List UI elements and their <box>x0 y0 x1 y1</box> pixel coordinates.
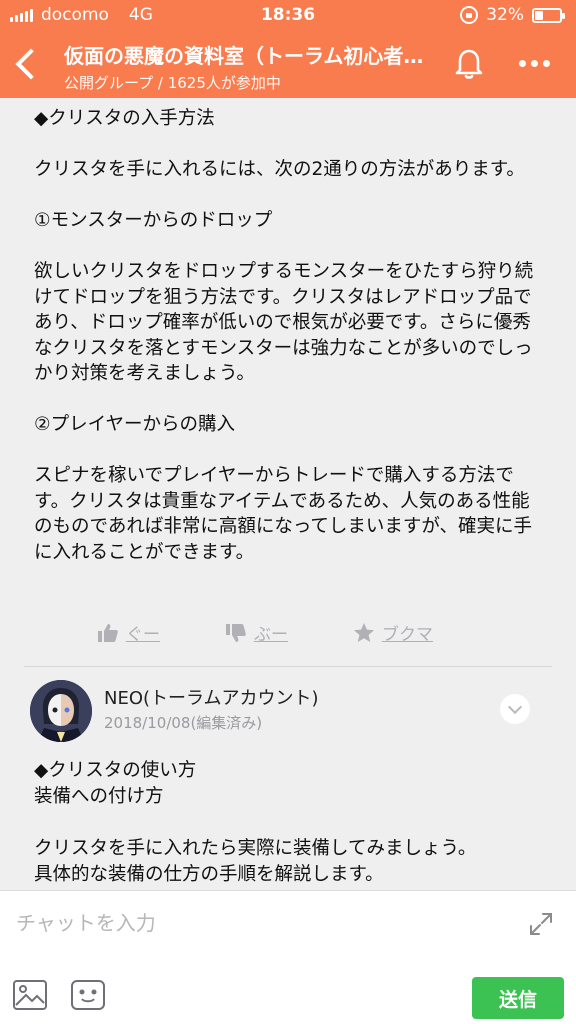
post-date: 2018/10/08(編集済み) <box>104 714 263 732</box>
article-subheading: ①モンスターからのドロップ <box>34 210 273 231</box>
article-paragraph: クリスタを手に入れるには、次の2通りの方法があります。 <box>34 159 525 180</box>
image-icon[interactable] <box>12 979 48 1011</box>
app-header: docomo 4G 18:36 32% 仮面の悪魔の資料室（トーラム初心者… 公… <box>0 0 576 98</box>
battery-percent: 32% <box>486 5 524 25</box>
star-icon <box>354 622 374 642</box>
post-author[interactable]: NEO(トーラムアカウント) <box>104 684 319 710</box>
post-line: ◆クリスタの使い方 <box>34 760 197 781</box>
group-subtitle: 公開グループ / 1625人が参加中 <box>64 74 281 92</box>
send-button[interactable]: 送信 <box>472 977 564 1019</box>
good-label: ぐー <box>126 625 160 645</box>
bookmark-button[interactable]: ブクマ <box>352 620 433 645</box>
good-button[interactable]: ぐー <box>96 620 160 645</box>
group-title: 仮面の悪魔の資料室（トーラム初心者… <box>64 44 424 68</box>
thumbs-up-icon <box>98 623 118 642</box>
post-line: 具体的な装備の仕方の手順を解説します。 <box>34 864 384 885</box>
bookmark-label: ブクマ <box>382 625 433 645</box>
status-bar: docomo 4G 18:36 32% <box>0 0 576 32</box>
chat-input[interactable] <box>16 901 506 945</box>
article-body: ◆クリスタの入手方法 クリスタを手に入れるには、次の2通りの方法があります。 ①… <box>0 98 576 565</box>
avatar[interactable] <box>30 680 92 742</box>
back-icon[interactable] <box>8 40 48 88</box>
article-heading: ◆クリスタの入手方法 <box>34 108 215 129</box>
bad-label: ぶー <box>254 625 288 645</box>
bell-icon[interactable] <box>448 42 490 84</box>
bad-button[interactable]: ぶー <box>224 620 288 645</box>
divider <box>24 666 552 667</box>
post-header: NEO(トーラムアカウント) 2018/10/08(編集済み) <box>30 680 546 744</box>
status-right: 32% <box>460 5 565 25</box>
thumbs-down-icon <box>226 623 246 642</box>
battery-level <box>535 10 543 20</box>
thread-content[interactable]: ◆クリスタの入手方法 クリスタを手に入れるには、次の2通りの方法があります。 ①… <box>0 98 576 890</box>
chat-input-bar: 送信 <box>0 890 576 1024</box>
title-block[interactable]: 仮面の悪魔の資料室（トーラム初心者… 公開グループ / 1625人が参加中 <box>64 40 434 93</box>
expand-icon[interactable] <box>528 911 554 937</box>
post-body: ◆クリスタの使い方 装備への付け方 クリスタを手に入れたら実際に装備してみましょ… <box>34 758 546 888</box>
post-line: クリスタを手に入れたら実際に装備してみましょう。 <box>34 838 477 859</box>
chevron-down-icon[interactable] <box>500 694 530 724</box>
article-subheading: ②プレイヤーからの購入 <box>34 414 236 435</box>
rotation-lock-icon <box>460 6 479 24</box>
reaction-bar: ぐー ぶー ブクマ <box>96 620 516 645</box>
nav-bar: 仮面の悪魔の資料室（トーラム初心者… 公開グループ / 1625人が参加中 <box>0 32 576 98</box>
post-line: 装備への付け方 <box>34 786 164 807</box>
battery-icon <box>532 7 565 23</box>
article-paragraph: スピナを稼いでプレイヤーからトレードで購入する方法です。クリスタは貴重なアイテム… <box>34 465 533 563</box>
more-icon[interactable] <box>512 50 556 76</box>
article-paragraph: 欲しいクリスタをドロップするモンスターをひたすら狩り続けてドロップを狙う方法です… <box>34 261 534 384</box>
sticker-icon[interactable] <box>70 979 106 1011</box>
